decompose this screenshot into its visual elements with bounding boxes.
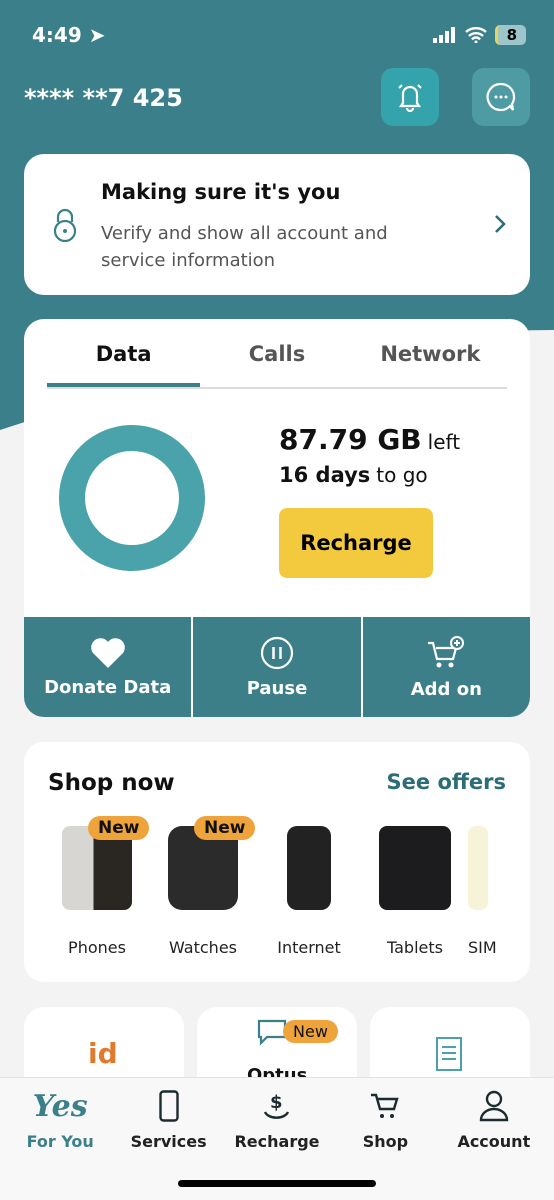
nav-account[interactable]: Account bbox=[440, 1078, 548, 1200]
tab-data[interactable]: Data bbox=[47, 337, 201, 387]
chevron-right-icon bbox=[495, 215, 506, 233]
nav-label: Shop bbox=[362, 1132, 409, 1151]
nav-label: Recharge bbox=[234, 1132, 320, 1151]
wifi-icon bbox=[464, 27, 487, 43]
location-icon: ➤ bbox=[88, 23, 106, 47]
add-on-button[interactable]: Add on bbox=[363, 617, 530, 717]
chat-button[interactable] bbox=[472, 68, 530, 126]
data-remaining: 87.79 GB bbox=[279, 423, 422, 456]
days-remaining-suffix: to go bbox=[376, 463, 428, 487]
shop-item-tablets[interactable]: Tablets bbox=[362, 826, 468, 957]
shop-item-label: Watches bbox=[169, 938, 237, 957]
bell-icon bbox=[398, 84, 422, 113]
recharge-button[interactable]: Recharge bbox=[279, 508, 433, 578]
usage-card: Data Calls Network 87.79 GB left 16 days t… bbox=[24, 319, 530, 717]
dollar-recharge-icon: $ bbox=[263, 1092, 290, 1119]
donate-data-button[interactable]: Donate Data bbox=[24, 617, 194, 717]
chat-icon bbox=[486, 82, 516, 112]
data-donut-chart bbox=[59, 425, 205, 571]
nav-label: For You bbox=[26, 1132, 94, 1151]
shop-item-label: Internet bbox=[277, 938, 341, 957]
sim-image bbox=[468, 826, 488, 910]
time: 4:49 bbox=[32, 23, 82, 47]
shop-item-label: SIM bbox=[468, 938, 497, 957]
shop-title: Shop now bbox=[48, 770, 175, 796]
notifications-button[interactable] bbox=[381, 68, 439, 126]
yes-logo-icon: Yes bbox=[32, 1088, 88, 1124]
nav-for-you[interactable]: Yes For You bbox=[6, 1078, 114, 1200]
id-logo-icon: id bbox=[88, 1037, 118, 1070]
nav-label: Services bbox=[130, 1132, 207, 1151]
shop-item-watches[interactable]: New Watches bbox=[150, 816, 256, 957]
data-remaining-suffix: left bbox=[427, 430, 461, 454]
shop-card: Shop now See offers New Phones New Watch… bbox=[24, 742, 530, 982]
nav-label: Account bbox=[457, 1132, 531, 1151]
lock-icon bbox=[53, 208, 77, 242]
shop-item-internet[interactable]: Internet bbox=[256, 826, 362, 957]
add-on-label: Add on bbox=[410, 678, 482, 700]
user-icon bbox=[479, 1090, 509, 1122]
new-badge: New bbox=[88, 816, 150, 840]
account-number: **** **7 425 bbox=[24, 84, 183, 112]
tab-network[interactable]: Network bbox=[354, 337, 507, 387]
home-indicator bbox=[178, 1180, 376, 1187]
new-badge: New bbox=[194, 816, 256, 840]
verify-text: Verify and show all account and service … bbox=[101, 223, 388, 271]
pause-label: Pause bbox=[246, 677, 308, 699]
usage-actions: Donate Data Pause Add on bbox=[24, 617, 530, 717]
tablet-image bbox=[379, 826, 451, 910]
document-icon bbox=[436, 1037, 462, 1071]
status-bar: 4:49 ➤ 8 bbox=[32, 22, 526, 48]
usage-tabs: Data Calls Network bbox=[47, 337, 507, 389]
svg-text:$: $ bbox=[270, 1092, 283, 1113]
shop-item-label: Tablets bbox=[387, 938, 443, 957]
signal-icon bbox=[432, 27, 455, 43]
heart-icon bbox=[90, 637, 125, 668]
pause-button[interactable]: Pause bbox=[193, 617, 363, 717]
verify-title: Making sure it's you bbox=[101, 180, 341, 204]
modem-image bbox=[287, 826, 331, 910]
pause-icon bbox=[260, 636, 294, 669]
shop-item-phones[interactable]: New Phones bbox=[44, 816, 150, 957]
cart-icon bbox=[371, 1093, 400, 1118]
battery-indicator: 8 bbox=[494, 25, 526, 45]
days-remaining: 16 days bbox=[279, 463, 371, 487]
verify-identity-card[interactable]: Making sure it's you Verify and show all… bbox=[24, 154, 530, 295]
cart-plus-icon bbox=[428, 635, 465, 667]
phone-icon bbox=[158, 1090, 179, 1122]
tab-calls[interactable]: Calls bbox=[200, 337, 353, 387]
donate-data-label: Donate Data bbox=[44, 676, 172, 698]
shop-item-sim[interactable]: SIM bbox=[468, 826, 512, 957]
see-offers-link[interactable]: See offers bbox=[387, 770, 506, 794]
shop-item-label: Phones bbox=[68, 938, 126, 957]
new-badge: New bbox=[283, 1020, 338, 1043]
